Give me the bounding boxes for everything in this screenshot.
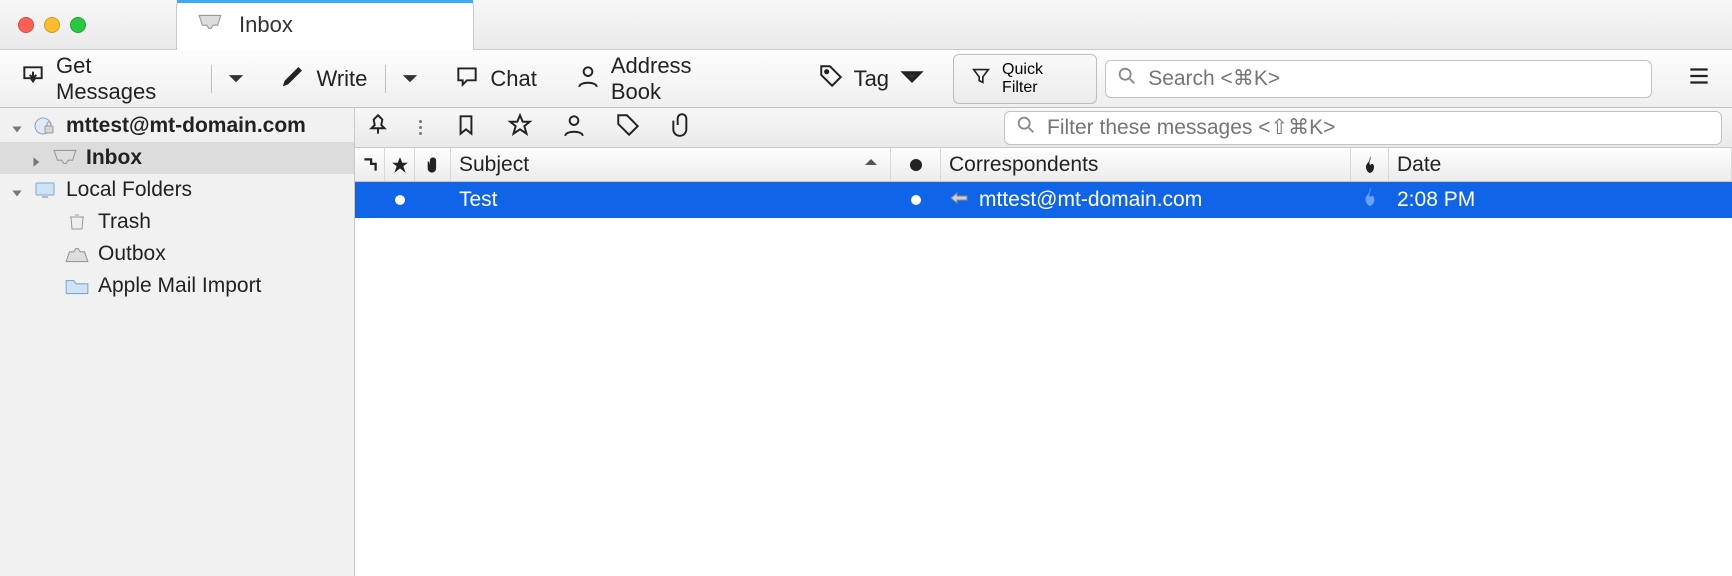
window-titlebar: Inbox: [0, 0, 1732, 50]
tag-label: Tag: [854, 66, 889, 92]
address-book-label: Address Book: [611, 53, 744, 105]
window-maximize-button[interactable]: [70, 17, 86, 33]
column-star[interactable]: [385, 148, 415, 181]
disclosure-closed-icon: [30, 151, 44, 165]
hamburger-icon: [1686, 76, 1712, 93]
write-button[interactable]: Write: [270, 59, 377, 99]
tag-icon[interactable]: [615, 112, 641, 143]
unread-dot-icon: [911, 195, 921, 205]
trash-label: Trash: [98, 210, 151, 234]
outbox-label: Outbox: [98, 242, 166, 266]
disclosure-open-icon: [10, 183, 24, 197]
tag-button[interactable]: Tag: [808, 59, 935, 99]
tag-icon: [818, 63, 844, 95]
column-correspondents[interactable]: Correspondents: [941, 148, 1351, 181]
sort-ascending-icon: [862, 153, 880, 177]
disclosure-open-icon: [10, 119, 24, 133]
chat-label: Chat: [490, 66, 536, 92]
folder-trash[interactable]: Trash: [0, 206, 354, 238]
apple-import-label: Apple Mail Import: [98, 274, 261, 298]
column-date[interactable]: Date: [1389, 148, 1732, 181]
folder-tree: mttest@mt-domain.com Inbox Local Folders…: [0, 108, 355, 576]
message-filter-field[interactable]: [1004, 111, 1722, 145]
attachment-icon[interactable]: [669, 112, 695, 143]
column-subject-label: Subject: [459, 153, 529, 177]
get-messages-dropdown[interactable]: [220, 62, 252, 96]
quick-filter-label: Quick Filter: [1002, 61, 1080, 97]
local-folders-row[interactable]: Local Folders: [0, 174, 354, 206]
quick-filter-bar: [355, 108, 1732, 148]
column-headers: Subject Correspondents Date: [355, 148, 1732, 182]
folder-outbox[interactable]: Outbox: [0, 238, 354, 270]
trash-icon: [64, 212, 90, 232]
account-label: mttest@mt-domain.com: [66, 114, 306, 138]
window-minimize-button[interactable]: [44, 17, 60, 33]
star-dot-icon: [395, 195, 405, 205]
tab-label: Inbox: [239, 12, 293, 38]
main-toolbar: Get Messages Write Chat Address Book Tag…: [0, 50, 1732, 108]
contact-icon[interactable]: [561, 112, 587, 143]
window-controls: [0, 17, 86, 33]
outbox-tray-icon: [64, 244, 90, 264]
column-date-label: Date: [1397, 153, 1441, 177]
computer-icon: [32, 180, 58, 200]
get-messages-button[interactable]: Get Messages: [10, 49, 203, 109]
folder-inbox[interactable]: Inbox: [0, 142, 354, 174]
column-flame[interactable]: [1351, 148, 1389, 181]
column-attachment[interactable]: [415, 148, 451, 181]
search-icon: [1116, 65, 1138, 92]
window-close-button[interactable]: [18, 17, 34, 33]
column-thread[interactable]: [355, 148, 385, 181]
account-row[interactable]: mttest@mt-domain.com: [0, 110, 354, 142]
address-book-button[interactable]: Address Book: [565, 49, 754, 109]
write-label: Write: [316, 66, 367, 92]
person-icon: [575, 63, 601, 95]
global-search-field[interactable]: [1105, 60, 1652, 98]
message-filter-input[interactable]: [1047, 116, 1711, 140]
global-search-input[interactable]: [1148, 67, 1641, 91]
funnel-icon: [970, 65, 992, 92]
star-icon[interactable]: [507, 112, 533, 143]
column-subject[interactable]: Subject: [451, 148, 891, 181]
chevron-down-icon: [899, 63, 925, 95]
search-icon: [1015, 114, 1037, 141]
get-messages-label: Get Messages: [56, 53, 193, 105]
message-read-cell[interactable]: [891, 195, 941, 205]
message-row[interactable]: Test mttest@mt-domain.com 2:08 PM: [355, 182, 1732, 218]
download-icon: [20, 63, 46, 95]
inbox-label: Inbox: [86, 146, 142, 170]
local-folders-label: Local Folders: [66, 178, 192, 202]
reply-arrow-icon: [949, 188, 969, 212]
message-star-cell[interactable]: [385, 195, 415, 205]
chevron-down-icon: [228, 66, 244, 92]
pin-icon[interactable]: [365, 112, 391, 143]
tab-inbox[interactable]: Inbox: [176, 0, 474, 50]
globe-lock-icon: [32, 116, 58, 136]
chevron-down-icon: [402, 66, 418, 92]
write-dropdown[interactable]: [394, 62, 426, 96]
app-menu-button[interactable]: [1676, 59, 1722, 98]
bookmark-icon[interactable]: [453, 112, 479, 143]
chat-icon: [454, 63, 480, 95]
column-read[interactable]: [891, 148, 941, 181]
pencil-icon: [280, 63, 306, 95]
separator: [385, 65, 386, 93]
chat-button[interactable]: Chat: [444, 59, 546, 99]
separator: [211, 65, 212, 93]
folder-apple-mail-import[interactable]: Apple Mail Import: [0, 270, 354, 302]
separator-dots: [419, 120, 425, 135]
flame-icon: [1362, 187, 1378, 213]
folder-icon: [64, 276, 90, 296]
quick-filter-button[interactable]: Quick Filter: [953, 54, 1097, 104]
message-correspondent: mttest@mt-domain.com: [979, 188, 1202, 212]
column-correspondents-label: Correspondents: [949, 153, 1098, 177]
message-pane: Subject Correspondents Date Test mttest@…: [355, 108, 1732, 576]
message-date: 2:08 PM: [1397, 188, 1475, 212]
inbox-tray-icon: [197, 13, 223, 38]
message-subject: Test: [459, 188, 498, 212]
inbox-tray-icon: [52, 148, 78, 168]
